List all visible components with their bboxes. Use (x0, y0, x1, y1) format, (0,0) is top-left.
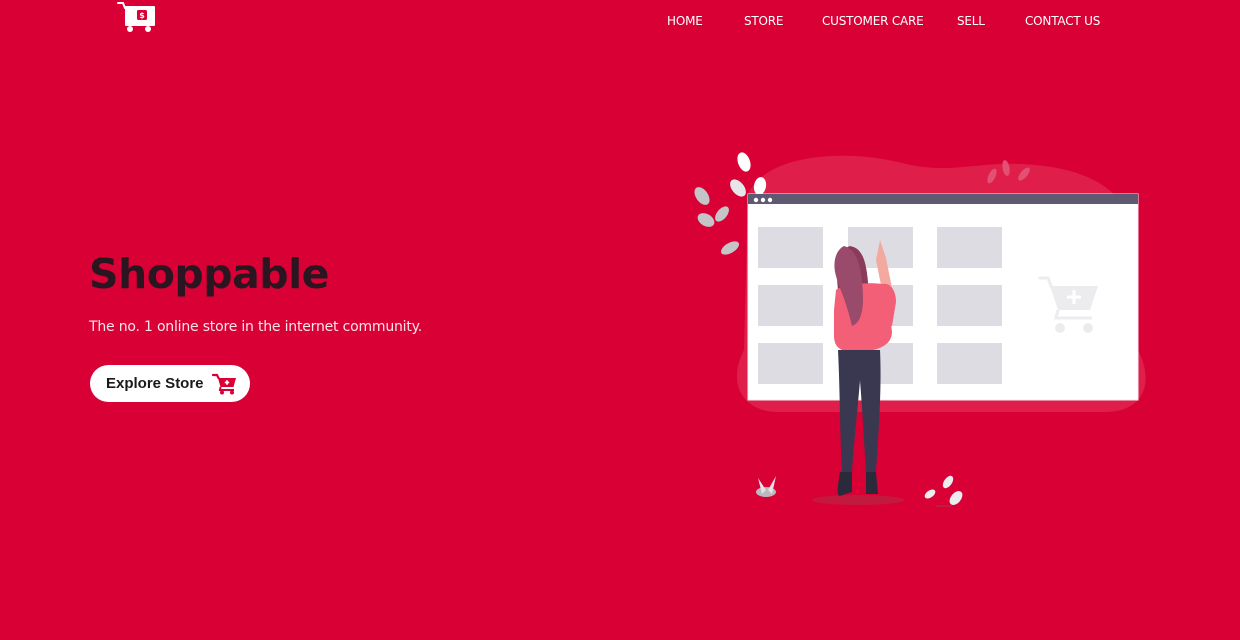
main-nav: HOME STORE CUSTOMER CARE SELL CONTACT US (0, 13, 1240, 31)
hero-title: Shoppable (89, 250, 329, 298)
hero-illustration (694, 152, 1146, 507)
nav-customer-care-link[interactable]: CUSTOMER CARE (822, 13, 924, 29)
browser-titlebar (748, 194, 1138, 204)
nav-home-link[interactable]: HOME (667, 13, 703, 29)
add-to-cart-icon (211, 373, 236, 394)
floor-shadow (812, 495, 904, 505)
nav-sell-link[interactable]: SELL (957, 13, 985, 29)
ground-plant-right (924, 475, 963, 507)
explore-store-label: Explore Store (106, 375, 204, 392)
ground-plant-left (756, 476, 776, 497)
nav-contact-us-link[interactable]: CONTACT US (1025, 13, 1100, 29)
explore-store-button[interactable]: Explore Store (90, 365, 250, 402)
nav-store-link[interactable]: STORE (744, 13, 784, 29)
hero-subtitle: The no. 1 online store in the internet c… (89, 319, 422, 335)
